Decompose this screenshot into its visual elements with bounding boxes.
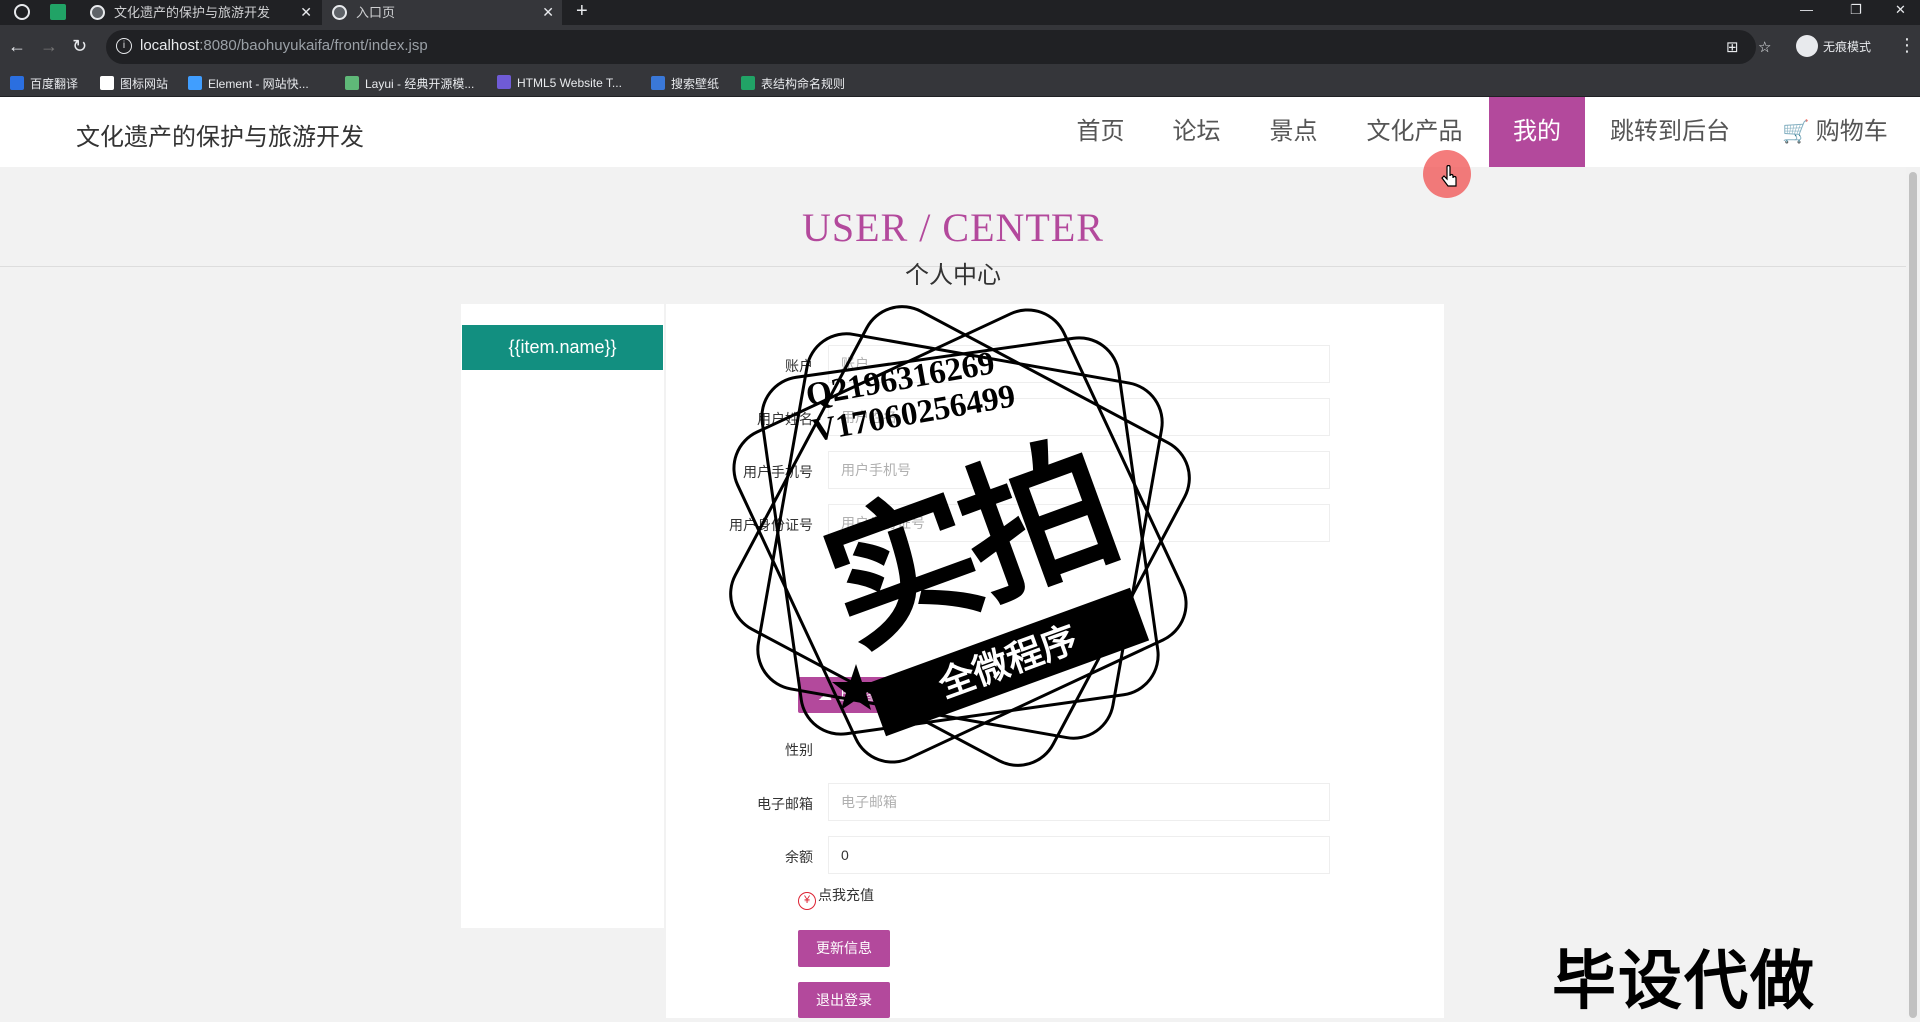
bookmark-favicon-icon <box>741 76 755 90</box>
address-bar: ← → ↻ i localhost:8080/baohuyukaifa/fron… <box>0 25 1920 69</box>
bookmark-item[interactable]: 搜索壁纸 <box>651 75 719 92</box>
user-center-sidebar: {{item.name}} <box>461 304 664 928</box>
nav-cart[interactable]: 🛒 购物车 <box>1770 97 1900 167</box>
close-window-button[interactable]: ✕ <box>1895 0 1906 20</box>
nav-forum[interactable]: 论坛 <box>1150 97 1243 167</box>
logout-button[interactable]: 退出登录 <box>798 982 890 1018</box>
page-subtitle: 个人中心 <box>905 262 1001 289</box>
bookmark-favicon-icon <box>188 76 202 90</box>
bookmark-favicon-icon <box>651 76 665 90</box>
email-input[interactable]: 电子邮箱 <box>828 783 1330 821</box>
translate-icon[interactable]: ⊞ <box>1726 38 1739 56</box>
incognito-avatar-icon[interactable] <box>1796 35 1818 57</box>
bookmark-item[interactable]: 表结构命名规则 <box>741 75 845 92</box>
info-icon[interactable]: i <box>116 38 132 54</box>
bookmark-item[interactable]: Layui - 经典开源模... <box>345 75 474 92</box>
bookmark-star-icon[interactable]: ☆ <box>1758 38 1771 56</box>
bookmarks-bar: 百度翻译 图标网站 Element - 网站快... Layui - 经典开源模… <box>0 69 1920 97</box>
new-tab-button[interactable]: + <box>576 0 588 23</box>
balance-input[interactable]: 0 <box>828 836 1330 874</box>
bookmark-favicon-icon <box>497 75 511 89</box>
tab-entry[interactable]: 入口页 ✕ <box>322 0 562 25</box>
cart-icon: 🛒 <box>1782 119 1810 144</box>
restore-button[interactable]: ❐ <box>1850 0 1862 20</box>
corner-watermark: 毕设代做 <box>1552 945 1816 1017</box>
hand-cursor-icon <box>1441 165 1457 187</box>
globe-icon <box>332 5 347 20</box>
sheet-tab-icon[interactable] <box>50 4 66 20</box>
bookmark-favicon-icon <box>10 76 24 90</box>
close-tab-icon[interactable]: ✕ <box>542 0 554 25</box>
page-scrollbar-thumb[interactable] <box>1909 172 1917 1018</box>
back-icon[interactable]: ← <box>8 35 26 57</box>
sidebar-item[interactable]: {{item.name}} <box>462 325 663 370</box>
forward-icon[interactable]: → <box>40 35 58 57</box>
balance-label: 余额 <box>785 849 813 865</box>
nav-mine[interactable]: 我的 <box>1489 97 1585 167</box>
bookmark-item[interactable]: Element - 网站快... <box>188 75 309 92</box>
bookmark-favicon-icon <box>100 76 114 90</box>
browser-globe-icon[interactable] <box>14 4 30 20</box>
close-tab-icon[interactable]: ✕ <box>300 0 312 25</box>
url-field[interactable]: i localhost:8080/baohuyukaifa/front/inde… <box>106 30 1771 64</box>
bookmark-item[interactable]: HTML5 Website T... <box>497 75 622 90</box>
browser-menu-icon[interactable]: ⋮ <box>1898 35 1916 56</box>
globe-icon <box>90 5 105 20</box>
bookmark-item[interactable]: 百度翻译 <box>10 75 78 92</box>
site-title: 文化遗产的保护与旅游开发 <box>76 124 364 151</box>
reload-icon[interactable]: ↻ <box>72 35 87 57</box>
bookmark-item[interactable]: 图标网站 <box>100 75 168 92</box>
url-host: localhost <box>140 37 200 54</box>
tab-site[interactable]: 文化遗产的保护与旅游开发 ✕ <box>80 0 320 25</box>
nav-attractions[interactable]: 景点 <box>1247 97 1340 167</box>
nav-home[interactable]: 首页 <box>1054 97 1147 167</box>
update-info-button[interactable]: 更新信息 <box>798 930 890 967</box>
page-title: USER / CENTER <box>802 205 1104 250</box>
profile-label[interactable]: 无痕模式 <box>1823 38 1871 55</box>
recharge-link[interactable]: ¥ 点我充值 <box>798 885 874 910</box>
browser-tabbar: 文化遗产的保护与旅游开发 ✕ 入口页 ✕ + — ❐ ✕ <box>0 0 1920 25</box>
minimize-button[interactable]: — <box>1800 0 1813 20</box>
yuan-icon: ¥ <box>798 892 816 910</box>
site-header: 文化遗产的保护与旅游开发 首页 论坛 景点 文化产品 我的 跳转到后台 🛒 购物车 <box>0 97 1920 167</box>
email-label: 电子邮箱 <box>757 796 813 812</box>
bookmark-favicon-icon <box>345 76 359 90</box>
watermark-stamp: Q2196316269 V17060256499 实拍 全微程序 <box>720 296 1200 776</box>
nav-admin[interactable]: 跳转到后台 <box>1590 97 1750 167</box>
url-path: :8080/baohuyukaifa/front/index.jsp <box>199 37 428 54</box>
